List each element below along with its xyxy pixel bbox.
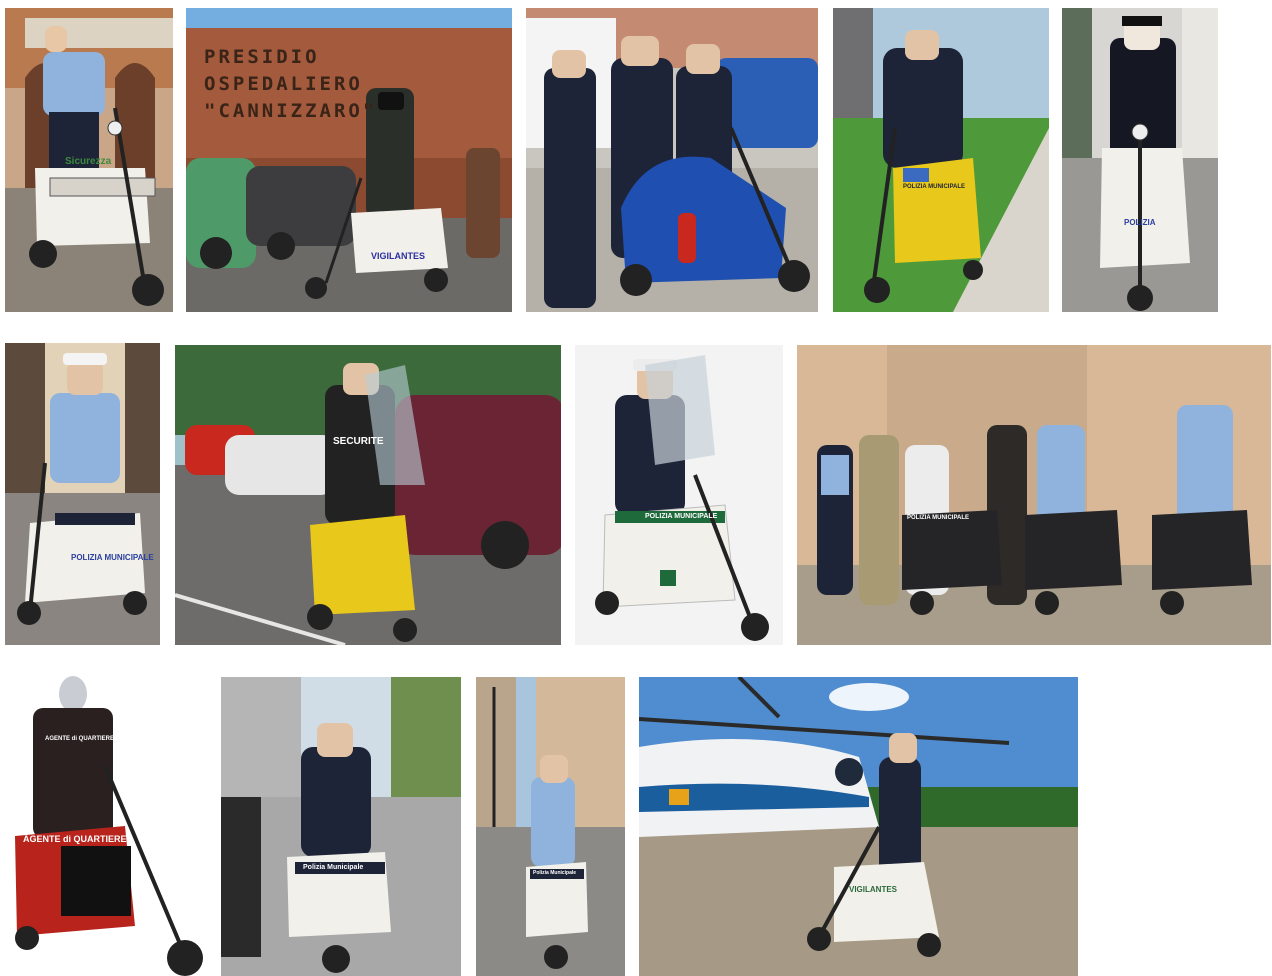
photo-tree-lined-road: Polizia Municipale (221, 677, 461, 976)
hospital-sign: PRESIDIO OSPEDALIERO "CANNIZZARO" (204, 46, 378, 122)
vest-lettering: SECURITE (333, 436, 384, 447)
scooter-decal: AGENTE di QUARTIERE (23, 834, 127, 844)
photo-yellow-scooter-parking: SECURITE (175, 345, 561, 645)
scooter-decal: Sicurezza (65, 156, 112, 167)
scooter-decal: POLIZIA MUNICIPALE (645, 513, 718, 520)
photo-historic-street: Polizia Municipale (476, 677, 625, 976)
scooter-decal: POLIZIA MUNICIPALE (71, 553, 154, 562)
photo-officer-white-scooter: Sicurezza (5, 8, 173, 312)
photo-officer-square: POLIZIA MUNICIPALE (5, 343, 160, 645)
scooter-decal: POLIZIA (1124, 218, 1156, 227)
vest-lettering: AGENTE di QUARTIERE (45, 736, 115, 742)
photo-mannequin-red-scooter: AGENTE di QUARTIERE AGENTE di QUARTIERE (5, 676, 207, 976)
photo-helicopter: VIGILANTES (639, 677, 1078, 976)
photo-hospital-vigilantes: PRESIDIO OSPEDALIERO "CANNIZZARO" VIGILA… (186, 8, 512, 312)
scooter-decal: VIGILANTES (371, 251, 426, 261)
photo-officers-blue-scooter (526, 8, 818, 312)
photo-group-three-scooters: POLIZIA MUNICIPALE (797, 345, 1271, 645)
photo-white-scooter-street: POLIZIA (1062, 8, 1218, 312)
scooter-decal: VIGILANTES (849, 885, 898, 894)
photo-yellow-scooter-lawn: POLIZIA MUNICIPALE (833, 8, 1049, 312)
scooter-decal: POLIZIA MUNICIPALE (907, 515, 969, 521)
scooter-decal: Polizia Municipale (533, 870, 577, 876)
scooter-decal: POLIZIA MUNICIPALE (903, 184, 965, 190)
scooter-decal: Polizia Municipale (303, 864, 364, 871)
photo-white-scooter-studio: POLIZIA MUNICIPALE (575, 345, 783, 645)
